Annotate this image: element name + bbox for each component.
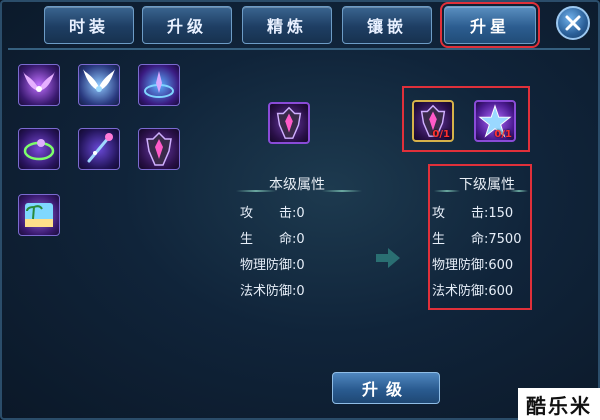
current-stat-phys-def: 物理防御:0 bbox=[240, 258, 305, 273]
selected-item-slot bbox=[268, 102, 310, 144]
item-slot-4[interactable] bbox=[18, 128, 60, 170]
tab-level-up[interactable]: 升级 bbox=[142, 6, 232, 44]
current-stat-magic-def: 法术防御:0 bbox=[240, 284, 305, 299]
tab-refine[interactable]: 精炼 bbox=[242, 6, 332, 44]
purple-wings-icon bbox=[23, 71, 55, 92]
arrow-right-icon bbox=[376, 248, 400, 268]
armor-icon bbox=[276, 106, 302, 139]
tab-inlay[interactable]: 镶嵌 bbox=[342, 6, 432, 44]
current-stat-attack: 攻 击:0 bbox=[240, 206, 305, 221]
item-slot-2[interactable] bbox=[78, 64, 120, 106]
next-stat-attack: 攻 击:150 bbox=[432, 206, 514, 221]
item-slot-1[interactable] bbox=[18, 64, 60, 106]
beach-scene-icon bbox=[25, 203, 53, 227]
title-ornament bbox=[510, 190, 528, 192]
next-stat-magic-def: 法术防御:600 bbox=[432, 284, 514, 299]
next-stat-hp: 生 命:7500 bbox=[432, 232, 522, 247]
tab-fashion[interactable]: 时装 bbox=[44, 6, 134, 44]
upgrade-button[interactable]: 升级 bbox=[332, 372, 440, 404]
material-count: 0/1 bbox=[432, 129, 450, 140]
magic-circle-icon bbox=[144, 71, 174, 98]
material-slot-armor[interactable]: 0/1 bbox=[412, 100, 454, 142]
title-ornament bbox=[322, 190, 362, 192]
material-slot-star-gem[interactable]: 0/1 bbox=[474, 100, 516, 142]
tab-divider bbox=[8, 48, 590, 50]
item-slot-7[interactable] bbox=[18, 194, 60, 236]
item-slot-3[interactable] bbox=[138, 64, 180, 106]
close-button[interactable] bbox=[556, 6, 590, 40]
material-count: 0/1 bbox=[494, 129, 512, 140]
current-stat-hp: 生 命:0 bbox=[240, 232, 305, 247]
tab-star-up[interactable]: 升星 bbox=[440, 2, 540, 48]
white-wings-icon bbox=[83, 69, 115, 92]
armor-icon bbox=[146, 131, 172, 166]
close-icon bbox=[565, 15, 581, 31]
staff-icon bbox=[87, 133, 113, 163]
item-slot-6[interactable] bbox=[138, 128, 180, 170]
item-slot-5[interactable] bbox=[78, 128, 120, 170]
next-stat-phys-def: 物理防御:600 bbox=[432, 258, 514, 273]
green-ring-icon bbox=[23, 139, 55, 161]
site-watermark: 酷乐米 bbox=[518, 388, 600, 420]
